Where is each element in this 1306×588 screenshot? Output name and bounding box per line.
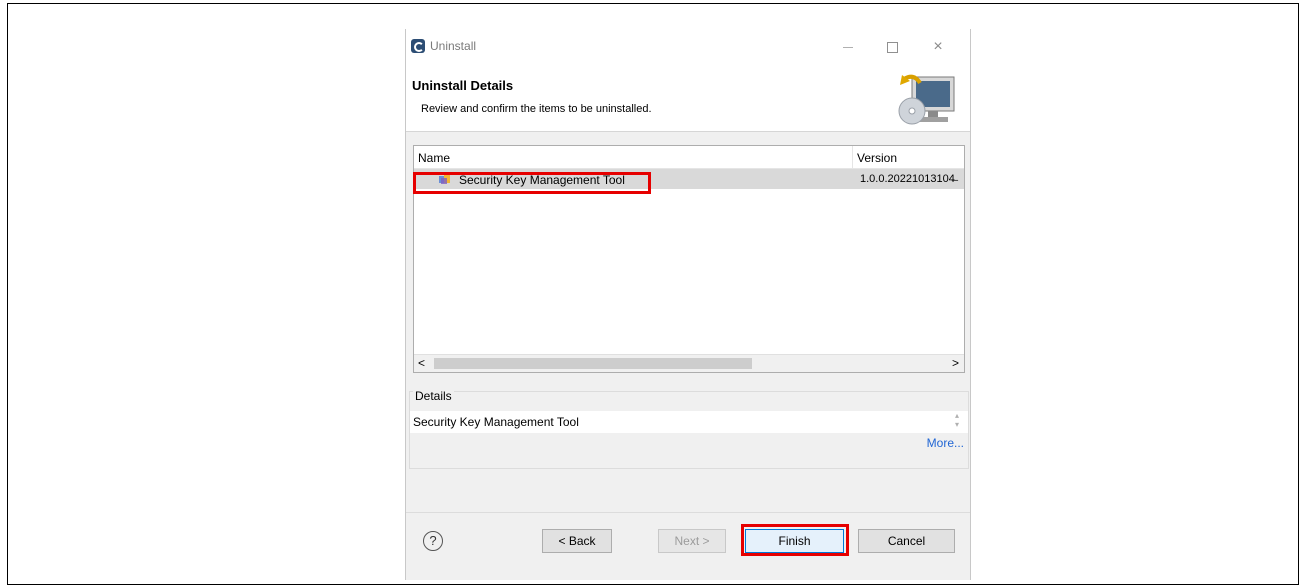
highlight-box-finish xyxy=(741,524,849,556)
help-icon[interactable]: ? xyxy=(423,531,443,551)
next-button[interactable]: Next > xyxy=(658,529,726,553)
column-header-version[interactable]: Version xyxy=(857,151,897,165)
column-header-name[interactable]: Name xyxy=(418,151,450,165)
details-scroll-icon[interactable] xyxy=(940,411,968,433)
column-divider[interactable] xyxy=(852,146,853,168)
table-header: Name Version xyxy=(414,146,964,169)
horizontal-scrollbar[interactable]: < > xyxy=(414,354,964,372)
close-icon[interactable]: × xyxy=(918,35,958,59)
button-bar-divider xyxy=(406,512,970,513)
details-textbox[interactable]: Security Key Management Tool xyxy=(410,411,940,433)
wizard-header: Uninstall Details Review and confirm the… xyxy=(406,67,970,132)
page-title: Uninstall Details xyxy=(412,78,514,93)
details-text: Security Key Management Tool xyxy=(413,415,579,429)
row-version-cell: 1.0.0.20221013104̶ xyxy=(860,173,955,185)
computer-cd-icon xyxy=(898,74,955,125)
details-group: Details Security Key Management Tool Mor… xyxy=(409,389,969,469)
highlight-box-item xyxy=(413,172,651,194)
app-icon xyxy=(411,39,425,53)
scroll-left-icon[interactable]: < xyxy=(418,356,425,370)
maximize-icon[interactable] xyxy=(872,35,912,59)
cancel-button[interactable]: Cancel xyxy=(858,529,955,553)
more-link[interactable]: More... xyxy=(927,436,964,450)
back-button[interactable]: < Back xyxy=(542,529,612,553)
details-label: Details xyxy=(413,389,454,403)
minimize-icon[interactable] xyxy=(828,35,868,59)
scrollbar-thumb[interactable] xyxy=(434,358,752,369)
scroll-right-icon[interactable]: > xyxy=(952,356,959,370)
title-bar[interactable]: Uninstall × xyxy=(406,29,970,67)
uninstall-dialog: Uninstall × Uninstall Details Review and… xyxy=(405,29,971,580)
page-description: Review and confirm the items to be unins… xyxy=(421,103,652,115)
window-title: Uninstall xyxy=(430,39,477,53)
